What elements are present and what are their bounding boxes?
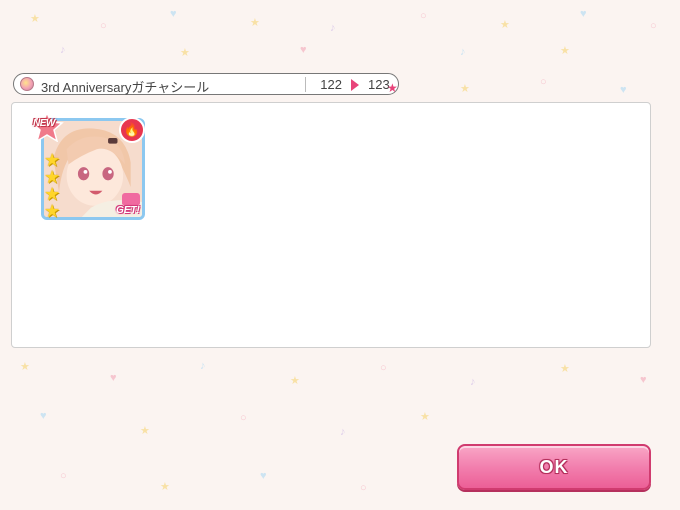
bg-heart-icon: ♥ xyxy=(620,84,627,96)
bg-circle-icon: ○ xyxy=(240,412,247,424)
rarity-star-icon: ★ xyxy=(44,184,61,204)
bg-note-icon: ♪ xyxy=(330,22,336,34)
fire-icon: 🔥 xyxy=(119,117,145,143)
sticker-icon xyxy=(20,77,34,91)
bg-note-icon: ♪ xyxy=(470,376,476,388)
ok-button[interactable]: OK xyxy=(457,444,651,490)
new-badge: NEW xyxy=(33,118,55,129)
rarity-star-icon: ★ xyxy=(44,167,61,187)
bg-heart-icon: ♥ xyxy=(170,8,177,20)
gacha-sticker-header: 3rd Anniversaryガチャシール 122 123 xyxy=(13,73,399,95)
star-icon: ★ xyxy=(387,81,398,95)
rarity-star-icon: ★ xyxy=(44,201,61,221)
bg-heart-icon: ♥ xyxy=(300,44,307,56)
bg-note-icon: ♪ xyxy=(200,360,206,372)
bg-star-icon: ★ xyxy=(560,45,570,57)
bg-circle-icon: ○ xyxy=(420,10,427,22)
bg-circle-icon: ○ xyxy=(380,362,387,374)
bg-circle-icon: ○ xyxy=(540,76,547,88)
bg-heart-icon: ♥ xyxy=(640,374,647,386)
bg-heart-icon: ♥ xyxy=(110,372,117,384)
bg-circle-icon: ○ xyxy=(60,470,67,482)
bg-circle-icon: ○ xyxy=(100,20,107,32)
sticker-title: 3rd Anniversaryガチャシール xyxy=(41,80,210,95)
bg-star-icon: ★ xyxy=(20,361,30,373)
bg-note-icon: ♪ xyxy=(340,426,346,438)
level-before: 122 xyxy=(320,77,342,92)
get-badge: GET! xyxy=(116,205,140,216)
bg-star-icon: ★ xyxy=(560,363,570,375)
bg-star-icon: ★ xyxy=(140,425,150,437)
costume-shirt-icon xyxy=(122,193,140,205)
bg-circle-icon: ○ xyxy=(360,482,367,494)
bg-star-icon: ★ xyxy=(500,19,510,31)
bg-heart-icon: ♥ xyxy=(580,8,587,20)
bg-heart-icon: ♥ xyxy=(40,410,47,422)
bg-heart-icon: ♥ xyxy=(260,470,267,482)
bg-star-icon: ★ xyxy=(250,17,260,29)
bg-circle-icon: ○ xyxy=(650,20,657,32)
arrow-right-icon xyxy=(351,79,359,91)
rarity-star-icon: ★ xyxy=(44,150,61,170)
ok-button-label: OK xyxy=(539,457,569,477)
bg-star-icon: ★ xyxy=(420,411,430,423)
bg-star-icon: ★ xyxy=(30,13,40,25)
bg-star-icon: ★ xyxy=(160,481,170,493)
bg-note-icon: ♪ xyxy=(460,46,466,58)
bg-star-icon: ★ xyxy=(180,47,190,59)
bg-note-icon: ♪ xyxy=(60,44,66,56)
bg-star-icon: ★ xyxy=(290,375,300,387)
bg-star-icon: ★ xyxy=(460,83,470,95)
